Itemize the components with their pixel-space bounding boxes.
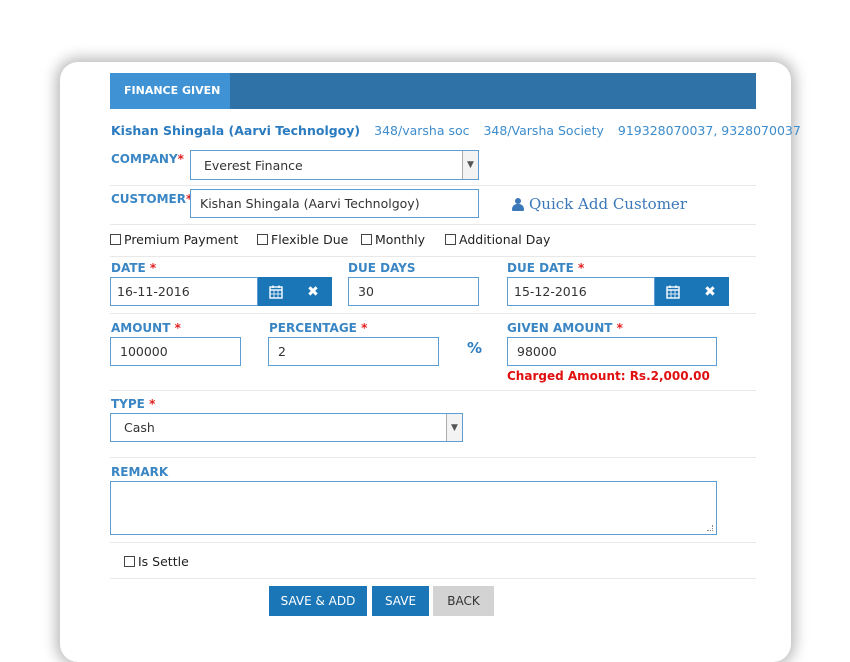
quick-add-customer-label: Quick Add Customer [529, 195, 687, 213]
date-input-value: 16-11-2016 [117, 284, 190, 299]
calendar-icon [666, 285, 680, 299]
divider [110, 457, 756, 458]
amount-input-value: 100000 [120, 344, 168, 359]
amount-label: AMOUNT * [111, 321, 181, 335]
divider [110, 313, 756, 314]
customer-input[interactable]: Kishan Shingala (Aarvi Technolgoy) [190, 189, 479, 218]
due-date-calendar-button[interactable] [655, 277, 691, 306]
percentage-label: PERCENTAGE * [269, 321, 367, 335]
divider [110, 578, 756, 579]
required-mark: * [177, 152, 184, 166]
due-date-input[interactable]: 15-12-2016 [507, 277, 655, 306]
percentage-input[interactable]: 2 [268, 337, 439, 366]
is-settle-checkbox[interactable]: Is Settle [124, 554, 189, 569]
checkbox-label: Premium Payment [124, 232, 239, 247]
required-mark: * [174, 321, 181, 335]
monthly-checkbox[interactable]: Monthly [361, 232, 425, 247]
chevron-down-icon: ▼ [446, 414, 462, 441]
back-button[interactable]: BACK [433, 586, 494, 616]
customer-info-address1: 348/varsha soc [374, 123, 470, 138]
divider [110, 185, 756, 186]
company-select[interactable]: Everest Finance ▼ [190, 150, 479, 180]
close-icon: ✖ [704, 283, 716, 300]
resize-handle-icon[interactable] [707, 525, 713, 531]
divider [110, 256, 756, 257]
required-mark: * [149, 397, 156, 411]
checkbox-box[interactable] [361, 234, 372, 245]
divider [110, 224, 756, 225]
date-input[interactable]: 16-11-2016 [110, 277, 258, 306]
due-date-label-text: DUE DATE [507, 261, 574, 275]
customer-label: CUSTOMER* [111, 192, 192, 206]
customer-info-address2: 348/Varsha Society [483, 123, 604, 138]
date-label: DATE * [111, 261, 156, 275]
charged-amount-text: Charged Amount: Rs.2,000.00 [507, 369, 710, 383]
divider [110, 390, 756, 391]
checkbox-box[interactable] [124, 556, 135, 567]
divider [110, 542, 756, 543]
remark-label: REMARK [111, 465, 168, 479]
due-date-label: DUE DATE * [507, 261, 584, 275]
due-days-label: DUE DAYS [348, 261, 416, 275]
amount-label-text: AMOUNT [111, 321, 171, 335]
premium-payment-checkbox[interactable]: Premium Payment [110, 232, 238, 247]
date-calendar-button[interactable] [258, 277, 294, 306]
checkbox-box[interactable] [110, 234, 121, 245]
company-label-text: COMPANY [111, 152, 178, 166]
checkbox-box[interactable] [257, 234, 268, 245]
given-amount-input-value: 98000 [517, 344, 557, 359]
save-and-add-button[interactable]: SAVE & ADD [269, 586, 367, 616]
customer-label-text: CUSTOMER [111, 192, 186, 206]
tab-finance-given[interactable]: FINANCE GIVEN [110, 73, 230, 109]
save-button[interactable]: SAVE [372, 586, 429, 616]
type-label: TYPE * [111, 397, 155, 411]
flexible-due-checkbox[interactable]: Flexible Due [257, 232, 348, 247]
type-select[interactable]: Cash ▼ [110, 413, 463, 442]
customer-info-line: Kishan Shingala (Aarvi Technolgoy) 348/v… [111, 123, 801, 138]
required-mark: * [616, 321, 623, 335]
type-label-text: TYPE [111, 397, 145, 411]
percent-sign: % [467, 339, 483, 357]
chevron-down-icon: ▼ [462, 151, 478, 179]
checkbox-box[interactable] [445, 234, 456, 245]
customer-input-value: Kishan Shingala (Aarvi Technolgoy) [200, 196, 420, 211]
remark-textarea[interactable] [110, 481, 717, 535]
required-mark: * [149, 261, 157, 275]
quick-add-customer-link[interactable]: Quick Add Customer [512, 195, 687, 213]
due-days-label-text: DUE DAYS [348, 261, 416, 275]
required-mark: * [577, 261, 585, 275]
given-amount-label: GIVEN AMOUNT * [507, 321, 623, 335]
checkbox-label: Additional Day [459, 232, 551, 247]
due-date-clear-button[interactable]: ✖ [691, 277, 729, 306]
customer-info-phones: 919328070037, 9328070037 [617, 123, 801, 138]
remark-label-text: REMARK [111, 465, 169, 479]
due-days-input[interactable]: 30 [348, 277, 479, 306]
customer-info-name: Kishan Shingala (Aarvi Technolgoy) [111, 123, 361, 138]
user-icon [512, 197, 524, 211]
additional-day-checkbox[interactable]: Additional Day [445, 232, 550, 247]
date-label-text: DATE [111, 261, 146, 275]
calendar-icon [269, 285, 283, 299]
type-select-value: Cash [124, 420, 155, 435]
percentage-label-text: PERCENTAGE [269, 321, 357, 335]
given-amount-label-text: GIVEN AMOUNT [507, 321, 613, 335]
amount-input[interactable]: 100000 [110, 337, 241, 366]
required-mark: * [361, 321, 368, 335]
due-date-input-value: 15-12-2016 [514, 284, 587, 299]
percentage-input-value: 2 [278, 344, 286, 359]
close-icon: ✖ [307, 283, 319, 300]
company-label: COMPANY* [111, 152, 184, 166]
date-clear-button[interactable]: ✖ [294, 277, 332, 306]
checkbox-label: Is Settle [138, 554, 189, 569]
checkbox-label: Monthly [375, 232, 426, 247]
due-days-input-value: 30 [358, 284, 374, 299]
company-select-value: Everest Finance [204, 157, 303, 173]
checkbox-label: Flexible Due [271, 232, 349, 247]
given-amount-input[interactable]: 98000 [507, 337, 717, 366]
